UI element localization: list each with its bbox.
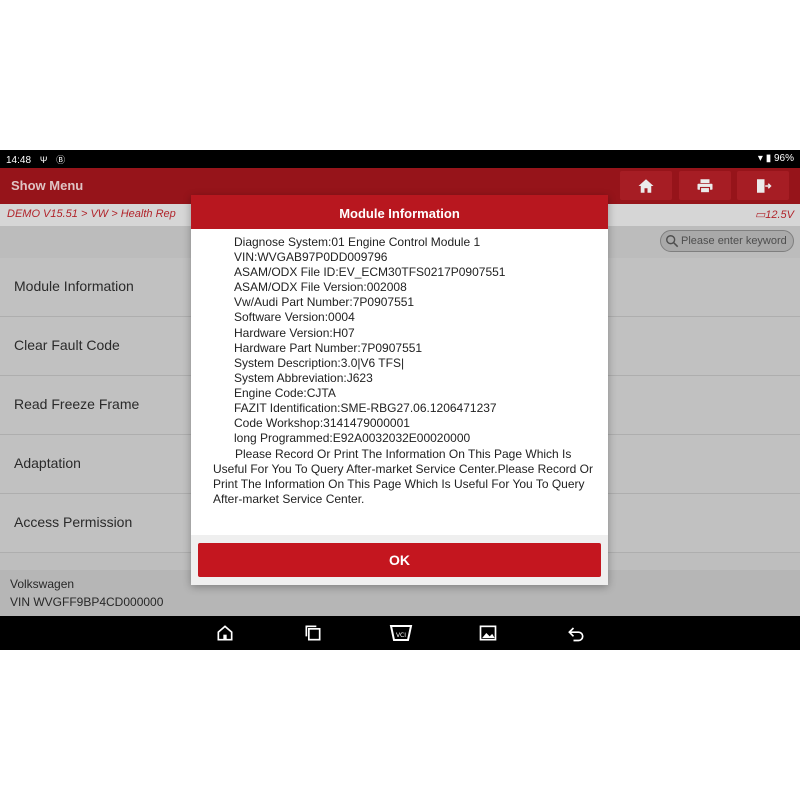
info-line: Vw/Audi Part Number:7P0907551 <box>234 295 415 310</box>
info-line: Hardware Part Number:7P0907551 <box>234 340 423 355</box>
back-arrow-icon <box>568 627 584 642</box>
android-nav-bar: VCI <box>0 616 800 650</box>
nav-recents-button[interactable] <box>303 623 323 643</box>
status-bar: 14:48 Ψ Ⓑ ▾ ▮ 96% <box>0 150 800 168</box>
info-line: long Programmed:E92A0032032E00020000 <box>234 431 471 446</box>
nav-home-button[interactable] <box>215 623 235 643</box>
info-line: FAZIT Identification:SME-RBG27.06.120647… <box>234 401 497 416</box>
svg-text:VCI: VCI <box>396 632 406 639</box>
battery-icon: ▮ <box>765 153 772 164</box>
battery-percent: 96% <box>773 153 794 164</box>
module-info-list: Diagnose System:01 Engine Control Module… <box>234 235 505 446</box>
info-line: ASAM/ODX File Version:002008 <box>234 280 407 295</box>
status-left: 14:48 Ψ Ⓑ <box>6 153 65 166</box>
ok-button[interactable]: OK <box>198 543 601 577</box>
dialog-body: Diagnose System:01 Engine Control Module… <box>191 229 608 535</box>
info-line: Diagnose System:01 Engine Control Module… <box>234 235 481 249</box>
usb-icon: Ψ <box>39 155 48 165</box>
info-line: System Description:3.0|V6 TFS| <box>234 355 405 370</box>
info-line: System Abbreviation:J623 <box>234 370 373 385</box>
info-line: VIN:WVGAB97P0DD009796 <box>234 250 388 265</box>
vci-status-icon: Ⓑ <box>56 155 66 165</box>
info-line: Hardware Version:H07 <box>234 325 355 340</box>
image-icon <box>479 625 497 641</box>
device-screen: 14:48 Ψ Ⓑ ▾ ▮ 96% Show Menu DEMO V15.51 … <box>0 150 800 650</box>
module-information-dialog: Module Information Diagnose System:01 En… <box>191 195 608 585</box>
vci-icon: VCI <box>389 625 413 641</box>
info-line: ASAM/ODX File ID:EV_ECM30TFS0217P0907551 <box>234 265 506 280</box>
status-time: 14:48 <box>6 155 32 166</box>
info-line: Code Workshop:3141479000001 <box>234 416 410 431</box>
nav-back-button[interactable] <box>566 623 586 643</box>
recents-icon <box>305 625 321 641</box>
dialog-footer: OK <box>191 535 608 585</box>
status-right: ▾ ▮ 96% <box>758 153 794 164</box>
nav-vci-button[interactable]: VCI <box>388 623 414 643</box>
nav-gallery-button[interactable] <box>478 623 498 643</box>
info-line: Engine Code:CJTA <box>234 385 336 400</box>
dialog-title: Module Information <box>191 195 608 229</box>
info-line: Software Version:0004 <box>234 310 355 325</box>
wifi-icon: ▾ <box>757 153 763 164</box>
home-outline-icon <box>217 625 233 641</box>
record-notice: Please Record Or Print The Information O… <box>213 447 593 507</box>
